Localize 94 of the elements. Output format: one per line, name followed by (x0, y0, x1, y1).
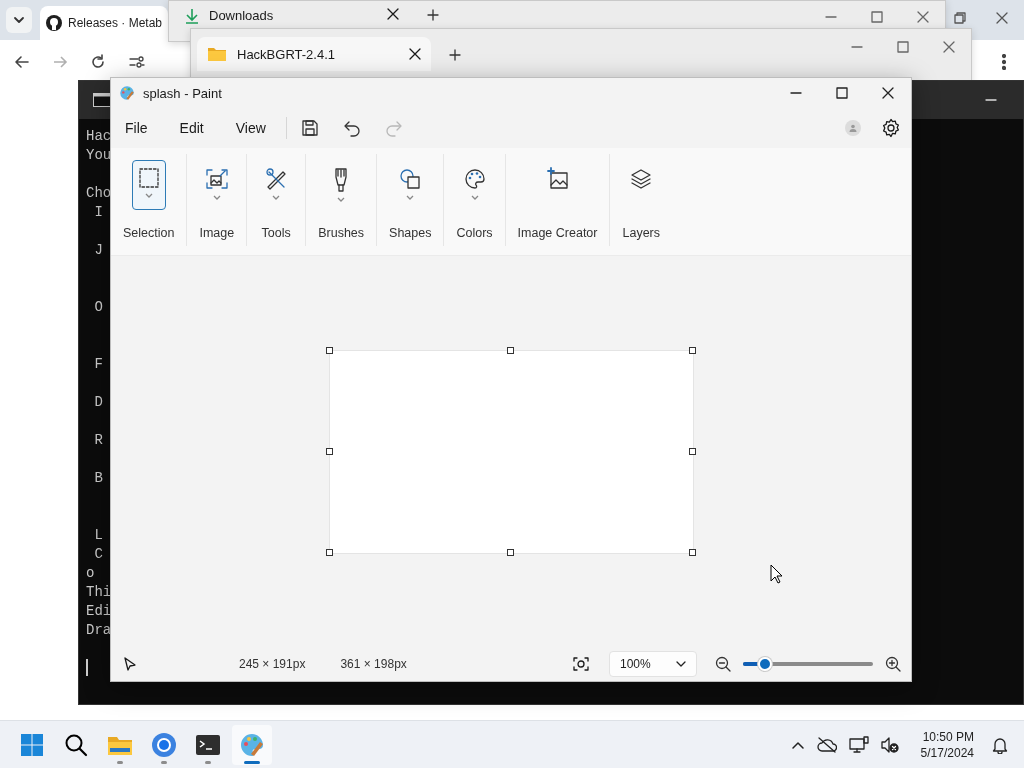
mouse-pointer-icon (770, 564, 784, 584)
chevron-down-icon (13, 14, 25, 26)
fit-to-window-icon[interactable] (573, 657, 589, 671)
cloud-off-icon[interactable] (816, 735, 837, 754)
terminal-line: L (93, 526, 103, 545)
reload-icon[interactable] (90, 54, 106, 70)
tool-group-label: Selection (123, 226, 175, 240)
terminal-line: Dra (86, 621, 112, 640)
undo-icon (342, 119, 361, 137)
text-cursor (86, 659, 88, 676)
maximize-icon (836, 87, 848, 99)
browser-tab[interactable]: Releases · Metab (40, 6, 168, 40)
menu-item[interactable]: File (117, 114, 156, 142)
restore-icon[interactable] (954, 12, 966, 24)
resize-image-icon (204, 167, 229, 191)
search-icon (64, 732, 88, 757)
zoom-out-icon (715, 656, 731, 672)
redo-icon (384, 119, 403, 137)
terminal-line: Hac (86, 127, 112, 146)
resize-handle[interactable] (325, 548, 333, 556)
tool-group-label: Image (199, 226, 235, 240)
shapes-icon (398, 167, 423, 191)
menu-item[interactable]: Edit (171, 114, 212, 142)
menu-item[interactable]: View (227, 114, 274, 142)
close-icon[interactable] (409, 48, 421, 60)
terminal-line: Thi (86, 583, 112, 602)
tool-group-label: Colors (456, 226, 493, 240)
close-icon[interactable] (387, 8, 399, 20)
selection-icon (137, 167, 160, 189)
window-title: splash - Paint (143, 85, 223, 101)
zoom-out-button[interactable] (715, 656, 731, 672)
resize-handle[interactable] (688, 346, 696, 354)
slider-thumb[interactable] (758, 657, 773, 671)
windows-logo-icon (20, 732, 44, 757)
palette-icon (462, 167, 487, 191)
resize-handle[interactable] (688, 447, 696, 455)
clock[interactable]: 10:50 PM 5/17/2024 (920, 728, 974, 761)
terminal-line: R (93, 431, 103, 450)
resize-handle[interactable] (325, 447, 333, 455)
tool-group-label: Layers (622, 226, 660, 240)
back-icon[interactable] (14, 54, 30, 70)
close-icon (882, 87, 894, 99)
tool-group-label: Image Creator (517, 226, 598, 240)
network-icon[interactable] (848, 735, 869, 754)
paint-palette-icon (239, 731, 265, 758)
command-prompt-icon (93, 93, 111, 107)
selection-tool-button[interactable] (131, 160, 166, 210)
maximize-icon[interactable] (897, 41, 909, 53)
zoom-in-button[interactable] (885, 656, 901, 672)
settings-icon[interactable] (881, 118, 901, 138)
resize-handle[interactable] (507, 548, 514, 556)
chevron-up-icon[interactable] (790, 739, 805, 750)
tool-group-label: Brushes (318, 226, 365, 240)
terminal-line: Cho (86, 184, 112, 203)
tool-group-label: Tools (261, 226, 291, 240)
github-icon (46, 15, 62, 31)
paint-taskbar-button[interactable] (232, 724, 272, 765)
terminal-line: D (93, 393, 103, 412)
resize-handle[interactable] (507, 346, 514, 354)
resize-handle[interactable] (325, 346, 333, 354)
terminal-line: o (86, 564, 95, 583)
speaker-muted-icon[interactable] (880, 735, 899, 754)
terminal-line: You (86, 146, 112, 165)
site-settings-icon[interactable] (128, 54, 146, 70)
more-menu-icon[interactable] (1002, 54, 1006, 70)
terminal-line: F (93, 355, 103, 374)
terminal-line: J (93, 241, 103, 260)
folder-icon (207, 46, 227, 62)
pointer-icon (123, 657, 137, 671)
sparkle-image-icon (545, 167, 570, 191)
terminal-line: Edi (86, 602, 112, 621)
save-icon (300, 119, 319, 137)
tool-group-label: Shapes (389, 226, 432, 240)
tab-search-button[interactable] (6, 7, 32, 33)
new-tab-icon[interactable] (449, 49, 461, 61)
download-icon (185, 8, 199, 24)
maximize-icon[interactable] (871, 11, 883, 23)
terminal-line: I (93, 203, 103, 222)
terminal-line: O (93, 298, 103, 317)
new-tab-icon[interactable] (427, 9, 439, 21)
chevron-down-icon (676, 661, 686, 667)
zoom-in-icon (885, 656, 901, 672)
terminal-line: B (93, 469, 103, 488)
resize-handle[interactable] (688, 548, 696, 556)
terminal-icon (195, 733, 221, 756)
zoom-dropdown[interactable]: 100% (609, 651, 697, 677)
account-avatar[interactable] (845, 120, 861, 136)
notification-bell-icon[interactable] (992, 735, 1008, 754)
browser-icon (151, 731, 177, 758)
explorer-tab[interactable]: HackBGRT-2.4.1 (197, 37, 431, 71)
canvas-size: 361 × 198px (340, 657, 407, 671)
terminal-line: C (93, 545, 103, 564)
app-icon (119, 85, 135, 101)
cursor-position: 245 × 191px (239, 657, 306, 671)
